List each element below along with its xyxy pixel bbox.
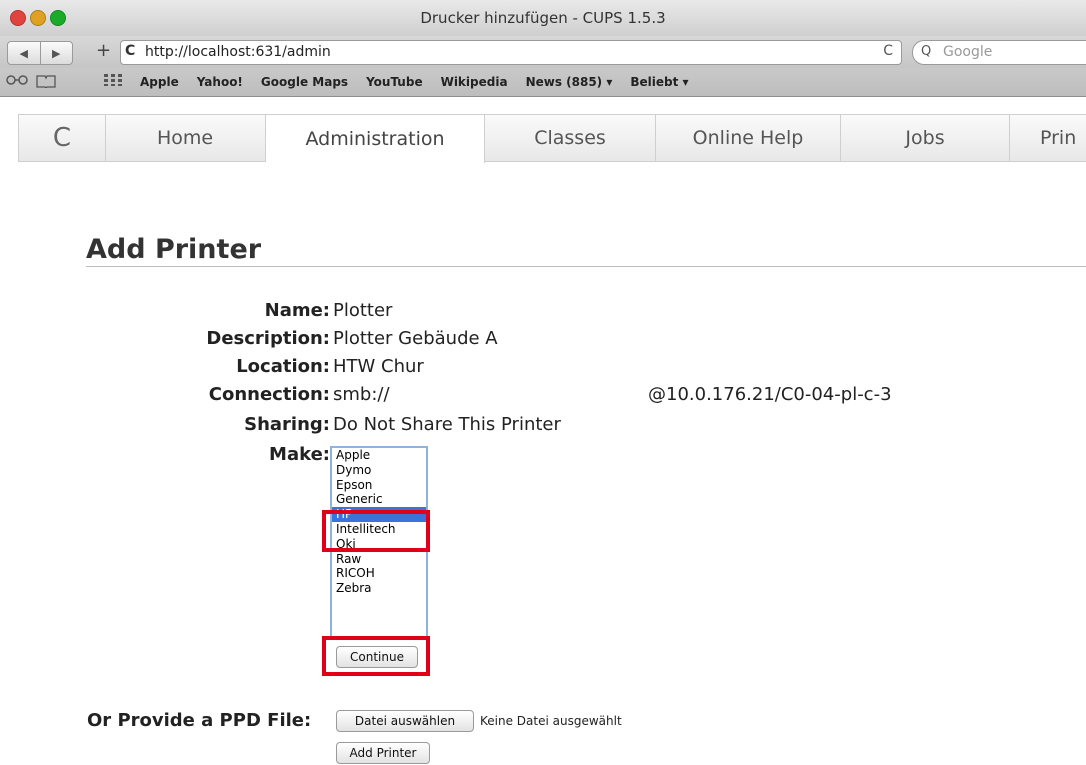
choose-file-button[interactable]: Datei auswählen <box>336 710 474 732</box>
search-field[interactable]: Q Google <box>912 40 1086 65</box>
bookmarks-book-icon[interactable] <box>36 74 56 92</box>
description-row: Description: Plotter Gebäude A <box>0 328 1086 354</box>
make-label: Make: <box>269 444 330 465</box>
bookmark-news[interactable]: News (885) ▾ <box>526 75 613 89</box>
continue-highlight-box <box>322 636 430 676</box>
make-option-raw[interactable]: Raw <box>332 552 426 567</box>
search-placeholder: Google <box>943 44 993 60</box>
bookmark-google-maps[interactable]: Google Maps <box>261 75 348 89</box>
new-tab-button[interactable]: + <box>96 42 111 60</box>
connection-label: Connection: <box>208 384 330 405</box>
top-sites-grid-icon[interactable] <box>104 74 122 90</box>
sharing-row: Sharing: Do Not Share This Printer <box>0 414 1086 440</box>
bookmarks-bar: Apple Yahoo! Google Maps YouTube Wikiped… <box>0 68 1086 97</box>
name-label: Name: <box>264 300 330 321</box>
sharing-label: Sharing: <box>244 414 330 435</box>
no-file-selected-text: Keine Datei ausgewählt <box>480 714 622 728</box>
url-text[interactable]: http://localhost:631/admin <box>145 44 331 60</box>
bookmark-apple[interactable]: Apple <box>140 75 179 89</box>
cups-navigation: C Home Administration Classes Online Hel… <box>18 114 1086 163</box>
description-value: Plotter Gebäude A <box>333 328 498 349</box>
ppd-file-label: Or Provide a PPD File: <box>87 710 312 731</box>
name-row: Name: Plotter <box>0 300 1086 326</box>
connection-host: @10.0.176.21/C0-04-pl-c-3 <box>648 384 892 405</box>
bookmark-wikipedia[interactable]: Wikipedia <box>441 75 508 89</box>
bookmark-youtube[interactable]: YouTube <box>366 75 423 89</box>
forward-arrow-icon[interactable]: ▶ <box>41 42 73 64</box>
window-titlebar: Drucker hinzufügen - CUPS 1.5.3 <box>0 0 1086 36</box>
make-option-apple[interactable]: Apple <box>332 448 426 463</box>
make-option-ricoh[interactable]: RICOH <box>332 566 426 581</box>
bookmark-yahoo[interactable]: Yahoo! <box>197 75 243 89</box>
window-title: Drucker hinzufügen - CUPS 1.5.3 <box>420 9 666 27</box>
address-bar[interactable]: C http://localhost:631/admin C <box>120 40 902 65</box>
connection-row: Connection: smb:// @10.0.176.21/C0-04-pl… <box>0 384 1086 410</box>
cups-logo-icon[interactable]: C <box>19 115 106 161</box>
tab-printers[interactable]: Prin <box>1010 115 1086 161</box>
connection-value: smb:// <box>333 384 390 405</box>
reading-list-icon[interactable] <box>6 74 28 90</box>
reload-icon[interactable]: C <box>883 43 893 59</box>
browser-toolbar: ◀ ▶ + C http://localhost:631/admin C Q G… <box>0 36 1086 68</box>
back-arrow-icon[interactable]: ◀ <box>8 42 41 64</box>
location-row: Location: HTW Chur <box>0 356 1086 382</box>
name-value: Plotter <box>333 300 393 321</box>
cups-favicon-icon: C <box>125 43 136 59</box>
make-row: Make: <box>0 444 1086 470</box>
location-label: Location: <box>236 356 330 377</box>
bookmark-items: Apple Yahoo! Google Maps YouTube Wikiped… <box>140 75 689 89</box>
hp-highlight-box <box>322 510 430 552</box>
make-option-zebra[interactable]: Zebra <box>332 581 426 596</box>
location-value: HTW Chur <box>333 356 424 377</box>
bookmark-beliebt[interactable]: Beliebt ▾ <box>630 75 688 89</box>
make-option-dymo[interactable]: Dymo <box>332 463 426 478</box>
add-printer-button[interactable]: Add Printer <box>336 742 430 764</box>
tab-jobs[interactable]: Jobs <box>841 115 1010 161</box>
search-icon: Q <box>921 44 932 59</box>
page-title: Add Printer <box>86 234 262 265</box>
make-option-epson[interactable]: Epson <box>332 478 426 493</box>
make-option-generic[interactable]: Generic <box>332 492 426 507</box>
back-forward-buttons: ◀ ▶ <box>7 41 73 65</box>
tab-classes[interactable]: Classes <box>485 115 656 161</box>
heading-divider <box>86 266 1086 267</box>
description-label: Description: <box>206 328 330 349</box>
sharing-value: Do Not Share This Printer <box>333 414 561 435</box>
tab-administration[interactable]: Administration <box>266 115 485 163</box>
tab-home[interactable]: Home <box>105 115 266 161</box>
tab-online-help[interactable]: Online Help <box>656 115 841 161</box>
